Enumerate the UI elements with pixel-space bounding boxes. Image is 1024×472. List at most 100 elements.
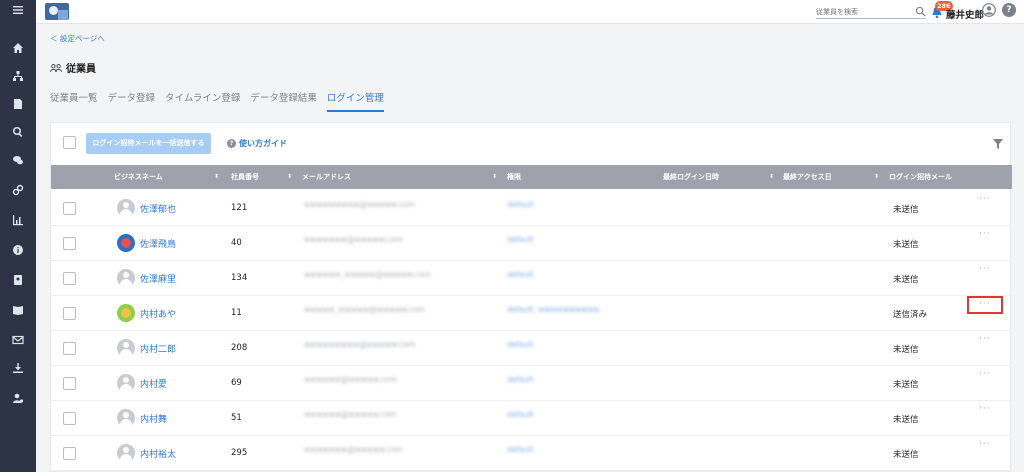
more-options-button[interactable]: ··· — [979, 369, 991, 379]
row-checkbox[interactable] — [63, 377, 76, 390]
more-options-button[interactable]: ··· — [979, 404, 991, 414]
sort-icon[interactable]: ⬍ — [287, 165, 292, 189]
info-icon[interactable] — [0, 240, 36, 260]
table-row: 佐澤麻里 134 wwwwww_wwwww@wwwww.com default … — [51, 261, 1012, 296]
business-name-link[interactable]: 内村あや — [140, 307, 176, 320]
sort-icon[interactable]: ⬍ — [874, 165, 879, 189]
business-name-link[interactable]: 佐澤郁也 — [140, 202, 176, 215]
user-settings-icon[interactable] — [0, 388, 36, 408]
row-checkbox[interactable] — [63, 237, 76, 250]
column-header-last-access[interactable]: 最終アクセス日 — [783, 165, 832, 189]
business-name-link[interactable]: 佐澤麻里 — [140, 272, 176, 285]
mail-icon[interactable] — [0, 330, 36, 350]
company-logo[interactable] — [45, 3, 69, 20]
avatar — [117, 304, 135, 322]
avatar — [117, 374, 135, 392]
column-header-invite-mail[interactable]: ログイン招待メール — [889, 165, 952, 189]
email-address: wwwwwww@wwwww.com — [304, 235, 403, 244]
help-icon[interactable]: ? — [1002, 3, 1016, 17]
sidebar — [0, 0, 36, 472]
page-title: 従業員 — [50, 60, 96, 75]
avatar — [117, 269, 135, 287]
user-avatar-icon[interactable] — [982, 3, 996, 17]
column-header-business-name[interactable]: ビジネスネーム — [114, 165, 163, 189]
more-options-button[interactable]: ··· — [979, 229, 991, 239]
tab-data-registration[interactable]: データ登録 — [108, 92, 156, 112]
role-link[interactable]: default — [507, 200, 597, 214]
question-icon: ? — [227, 139, 236, 148]
chart-icon[interactable] — [0, 210, 36, 230]
menu-icon[interactable] — [0, 0, 36, 20]
business-name-link[interactable]: 内村二郎 — [140, 342, 176, 355]
invite-status: 未送信 — [893, 205, 919, 215]
more-options-button[interactable]: ··· — [979, 264, 991, 274]
select-all-checkbox[interactable] — [63, 136, 76, 149]
login-management-card: ログイン招待メールを一括送信する ? 使い方ガイド ビジネスネーム ⬍ 社員番号… — [50, 122, 1012, 472]
row-checkbox[interactable] — [63, 447, 76, 460]
business-name-link[interactable]: 内村舞 — [140, 412, 167, 425]
row-checkbox[interactable] — [63, 272, 76, 285]
tab-login-management[interactable]: ログイン管理 — [326, 92, 384, 112]
book-icon[interactable] — [0, 300, 36, 320]
role-link[interactable]: default — [507, 235, 597, 249]
row-checkbox[interactable] — [63, 202, 76, 215]
download-icon[interactable] — [0, 358, 36, 378]
tab-registration-results[interactable]: データ登録結果 — [250, 92, 317, 112]
table-row: 内村愛 69 wwwwww@wwwww.com default 未送信 ··· — [51, 366, 1012, 401]
more-options-button[interactable]: ··· — [979, 334, 991, 344]
table-row: 内村二郎 208 wwwwwwwww@wwwww.com default 未送信… — [51, 331, 1012, 366]
role-link[interactable]: default — [507, 445, 597, 459]
business-name-link[interactable]: 内村愛 — [140, 377, 167, 390]
column-header-employee-number[interactable]: 社員番号 — [231, 165, 259, 189]
invite-status: 未送信 — [893, 275, 919, 285]
usage-guide-link[interactable]: ? 使い方ガイド — [227, 138, 287, 149]
business-name-link[interactable]: 佐澤飛鳥 — [140, 237, 176, 250]
search-input[interactable] — [816, 5, 912, 18]
user-name[interactable]: 藤井史郎 — [946, 7, 984, 21]
filter-icon[interactable] — [993, 139, 1003, 149]
role-link[interactable]: default — [507, 270, 597, 284]
usage-guide-label: 使い方ガイド — [239, 139, 287, 148]
employees-icon — [50, 63, 62, 72]
role-link[interactable]: default — [507, 410, 597, 424]
bulk-send-invite-button[interactable]: ログイン招待メールを一括送信する — [86, 133, 211, 154]
document-icon[interactable] — [0, 94, 36, 114]
row-checkbox[interactable] — [63, 342, 76, 355]
column-header-email[interactable]: メールアドレス — [302, 165, 351, 189]
email-address: wwwwww@wwwww.com — [304, 410, 397, 419]
table-row: 内村裕太 295 wwwwwww@wwwww.com default 未送信 ·… — [51, 436, 1012, 471]
home-icon[interactable] — [0, 38, 36, 58]
employee-number: 69 — [231, 378, 242, 388]
chat-icon[interactable] — [0, 150, 36, 170]
org-chart-icon[interactable] — [0, 66, 36, 86]
row-checkbox[interactable] — [63, 307, 76, 320]
sort-icon[interactable]: ⬍ — [214, 165, 219, 189]
more-options-button[interactable]: ··· — [979, 194, 991, 204]
id-card-icon[interactable] — [0, 270, 36, 290]
search-icon[interactable] — [915, 6, 926, 17]
link-icon[interactable] — [0, 180, 36, 200]
column-header-role[interactable]: 権限 — [507, 165, 521, 189]
row-checkbox[interactable] — [63, 412, 76, 425]
back-to-settings-link[interactable]: ＜ 設定ページへ — [50, 33, 105, 44]
tab-employee-list[interactable]: 従業員一覧 — [50, 92, 98, 112]
tab-timeline-registration[interactable]: タイムライン登録 — [165, 92, 240, 112]
business-name-link[interactable]: 内村裕太 — [140, 447, 176, 460]
employee-search — [816, 5, 926, 19]
more-options-button[interactable]: ··· — [979, 439, 991, 449]
sort-icon[interactable]: ⬍ — [492, 165, 497, 189]
role-link[interactable]: default, wwwwwwwwww — [507, 305, 657, 319]
email-address: wwwwwwwww@wwwww.com — [304, 340, 416, 349]
employee-number: 11 — [231, 308, 242, 318]
sort-icon[interactable]: ⬍ — [769, 165, 774, 189]
role-link[interactable]: default — [507, 375, 597, 389]
invite-status: 未送信 — [893, 345, 919, 355]
search-icon[interactable] — [0, 122, 36, 142]
employee-number: 295 — [231, 448, 248, 458]
role-link[interactable]: default — [507, 340, 597, 354]
column-header-last-login[interactable]: 最終ログイン日時 — [663, 165, 719, 189]
tab-bar: 従業員一覧 データ登録 タイムライン登録 データ登録結果 ログイン管理 — [50, 92, 394, 112]
more-options-button[interactable]: ··· — [979, 299, 991, 309]
top-bar: 286 藤井史郎 ? — [36, 0, 1024, 24]
email-address: wwwww_wwwww@wwwww.com — [304, 305, 425, 314]
